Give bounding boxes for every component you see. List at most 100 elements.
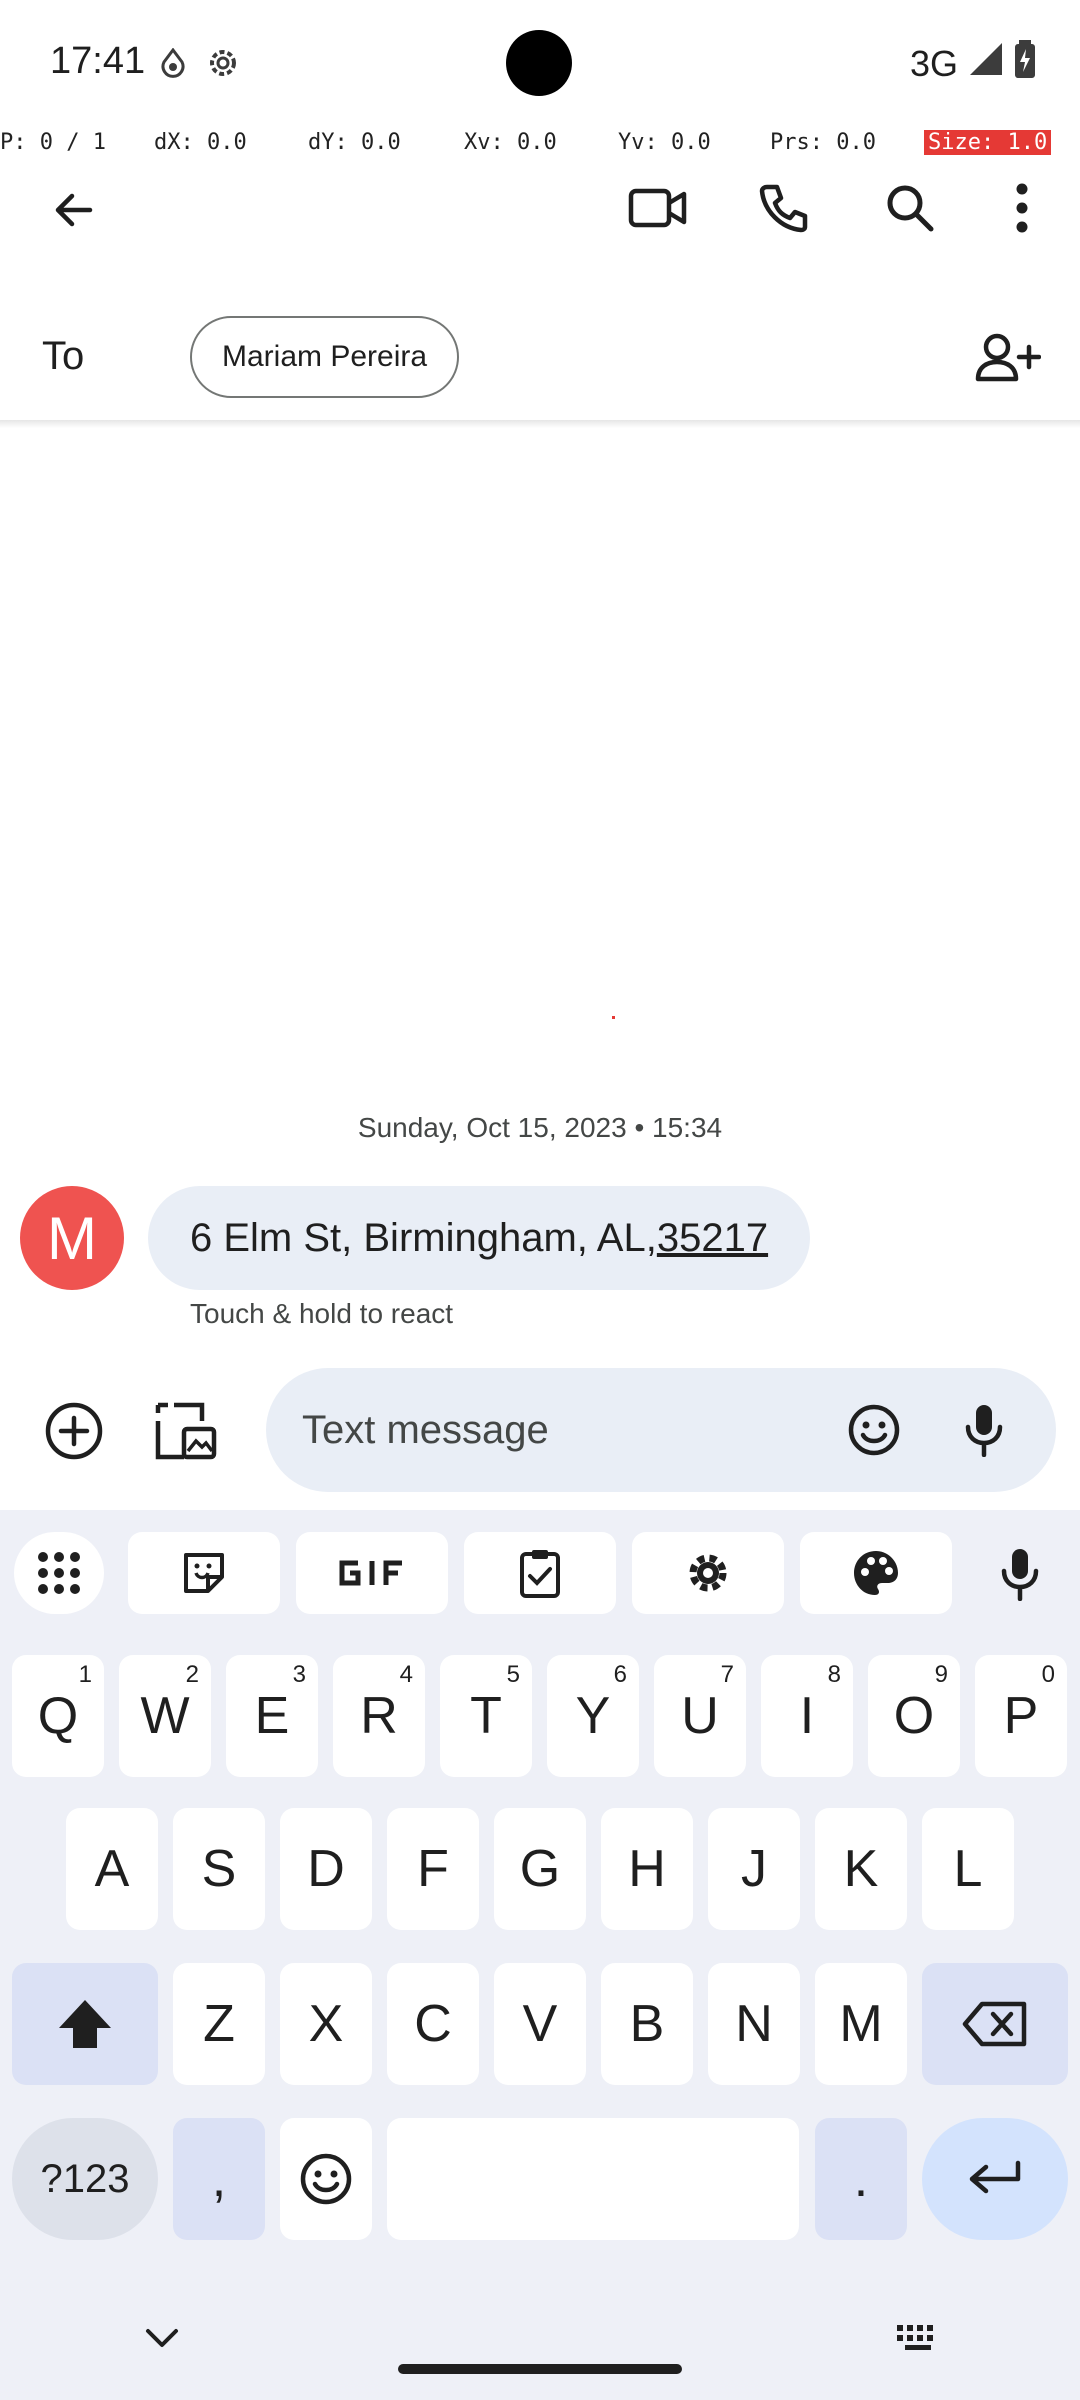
debug-xv: Xv: 0.0	[464, 130, 557, 155]
keyboard-toolbar	[0, 1532, 1080, 1634]
status-right-icons: 3G	[910, 40, 1036, 87]
keyboard-voice-button[interactable]	[972, 1526, 1068, 1622]
keyboard-icon	[897, 2325, 933, 2350]
shift-key[interactable]	[12, 1963, 158, 2085]
message-field	[266, 1368, 1056, 1492]
key-h[interactable]: H	[601, 1808, 693, 1930]
key-c[interactable]: C	[387, 1963, 479, 2085]
backspace-icon	[962, 2001, 1027, 2047]
keyboard: Q1 W2 E3 R4 T5 Y6 U7 I8 O9 P0 A S D F G …	[0, 1510, 1080, 2400]
key-x[interactable]: X	[280, 1963, 372, 2085]
add-person-icon	[975, 333, 1041, 382]
key-v[interactable]: V	[494, 1963, 586, 2085]
key-s[interactable]: S	[173, 1808, 265, 1930]
period-key[interactable]: .	[815, 2118, 907, 2240]
search-button[interactable]	[862, 160, 958, 256]
key-hint: 8	[827, 1661, 841, 1688]
react-hint: Touch & hold to react	[190, 1298, 454, 1329]
key-label: E	[254, 1687, 290, 1745]
key-e[interactable]: E3	[226, 1655, 318, 1777]
chevron-down-icon	[146, 2329, 178, 2347]
key-y[interactable]: Y6	[547, 1655, 639, 1777]
key-o[interactable]: O9	[868, 1655, 960, 1777]
voice-call-button[interactable]	[736, 160, 832, 256]
avatar[interactable]: M	[20, 1186, 124, 1290]
pointer-debug-overlay: P: 0 / 1 dX: 0.0 dY: 0.0 Xv: 0.0 Yv: 0.0…	[0, 128, 1080, 160]
recipient-chip[interactable]: Mariam Pereira	[190, 316, 460, 398]
hide-keyboard-button[interactable]	[114, 2290, 210, 2386]
key-b[interactable]: B	[601, 1963, 693, 2085]
enter-key[interactable]	[922, 2118, 1068, 2240]
debug-yv: Yv: 0.0	[618, 130, 711, 155]
emoji-icon	[300, 2153, 352, 2205]
navigation-bar	[0, 2290, 1080, 2400]
comma-key[interactable]: ,	[173, 2118, 265, 2240]
emoji-button[interactable]	[826, 1382, 922, 1478]
attach-button[interactable]	[26, 1383, 122, 1479]
key-label: R	[360, 1687, 398, 1745]
key-label: T	[470, 1687, 502, 1745]
home-gesture-pill[interactable]	[398, 2364, 682, 2374]
key-k[interactable]: K	[815, 1808, 907, 1930]
backspace-key[interactable]	[922, 1963, 1068, 2085]
key-hint: 1	[78, 1661, 92, 1688]
gif-button[interactable]	[296, 1532, 448, 1614]
key-t[interactable]: T5	[440, 1655, 532, 1777]
red-dot	[612, 1016, 615, 1019]
phone-icon	[759, 184, 808, 233]
key-p[interactable]: P0	[975, 1655, 1067, 1777]
video-call-button[interactable]	[610, 160, 706, 256]
key-g[interactable]: G	[494, 1808, 586, 1930]
gallery-button[interactable]	[138, 1383, 234, 1479]
sticker-button[interactable]	[128, 1532, 280, 1614]
message-zip-link[interactable]: 35217	[657, 1216, 768, 1261]
image-picker-icon	[155, 1402, 217, 1460]
keyboard-apps-button[interactable]	[14, 1532, 104, 1614]
key-n[interactable]: N	[708, 1963, 800, 2085]
voice-input-button[interactable]	[936, 1382, 1032, 1478]
key-m[interactable]: M	[815, 1963, 907, 2085]
gif-icon	[339, 1560, 402, 1586]
back-button[interactable]	[26, 162, 122, 258]
shift-icon	[59, 2000, 111, 2048]
key-hint: 7	[720, 1661, 734, 1688]
key-r[interactable]: R4	[333, 1655, 425, 1777]
compose-bar	[0, 1366, 1080, 1496]
sticker-icon	[184, 1553, 224, 1593]
video-camera-icon	[628, 188, 687, 228]
emoji-key[interactable]	[280, 2118, 372, 2240]
status-notification-icons	[160, 44, 242, 87]
key-j[interactable]: J	[708, 1808, 800, 1930]
theme-button[interactable]	[800, 1532, 952, 1614]
keyboard-settings-button[interactable]	[632, 1532, 784, 1614]
key-f[interactable]: F	[387, 1808, 479, 1930]
key-i[interactable]: I8	[761, 1655, 853, 1777]
more-options-button[interactable]	[974, 160, 1070, 256]
add-recipient-button[interactable]	[960, 310, 1056, 406]
key-hint: 3	[292, 1661, 306, 1688]
key-a[interactable]: A	[66, 1808, 158, 1930]
recipient-row: To Mariam Pereira	[0, 300, 1080, 420]
header-divider	[0, 420, 1080, 428]
symbols-key[interactable]: ?123	[12, 2118, 158, 2240]
switch-keyboard-button[interactable]	[870, 2290, 966, 2386]
key-label: I	[799, 1687, 815, 1745]
space-key[interactable]	[387, 2118, 799, 2240]
key-z[interactable]: Z	[173, 1963, 265, 2085]
key-hint: 4	[399, 1661, 413, 1688]
key-w[interactable]: W2	[119, 1655, 211, 1777]
key-l[interactable]: L	[922, 1808, 1014, 1930]
message-input[interactable]	[302, 1368, 862, 1492]
key-d[interactable]: D	[280, 1808, 372, 1930]
back-arrow-icon	[55, 193, 93, 227]
key-q[interactable]: Q1	[12, 1655, 104, 1777]
palette-icon	[854, 1551, 898, 1595]
clipboard-button[interactable]	[464, 1532, 616, 1614]
settings-gear-icon	[204, 44, 242, 87]
message-bubble[interactable]: 6 Elm St, Birmingham, AL, 35217	[148, 1186, 811, 1290]
grid-icon	[38, 1552, 80, 1594]
debug-pointer-count: P: 0 / 1	[0, 130, 106, 155]
key-u[interactable]: U7	[654, 1655, 746, 1777]
to-label: To	[42, 334, 85, 378]
key-hint: 5	[506, 1661, 520, 1688]
